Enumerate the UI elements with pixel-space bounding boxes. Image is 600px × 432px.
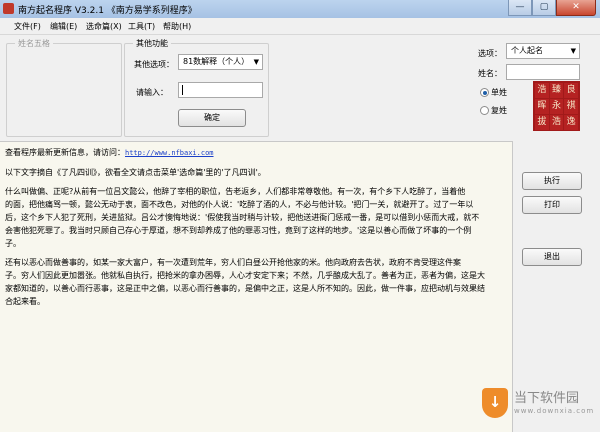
input-label: 请输入： xyxy=(136,88,168,97)
radio-single-label: 单姓 xyxy=(491,88,507,97)
seal-char: 臻 xyxy=(549,83,564,98)
menu-bar: 文件(F) 编辑(E) 选命篇(X) 工具(T) 帮助(H) xyxy=(0,18,600,35)
menu-edit[interactable]: 编辑(E) xyxy=(50,21,77,32)
paragraph-2-line: 子。穷人们因此更加嚣张。他就私自执行，把抢米的拿办困辱，人心才安定下来；不然，几… xyxy=(5,271,485,280)
other-options-select[interactable]: 81数解释（个人） ▼ xyxy=(178,54,263,70)
surname-input[interactable] xyxy=(506,64,580,80)
radio-double-surname[interactable] xyxy=(480,106,489,115)
other-group-title: 其他功能 xyxy=(133,38,171,49)
seal-char: 良 xyxy=(564,83,578,98)
paragraph-1-line: 什么叫做偏、正呢?从前有一位吕文懿公，他辞了宰相的职位，告老返乡，人们都非常尊敬… xyxy=(5,187,466,196)
chevron-down-icon: ▼ xyxy=(570,47,576,55)
watermark-brand-cn: 当下软件园 xyxy=(514,391,580,406)
seal-char: 祺 xyxy=(564,99,578,114)
print-button[interactable]: 打印 xyxy=(522,196,582,214)
chevron-down-icon: ▼ xyxy=(253,58,259,66)
radio-double-label: 复姓 xyxy=(491,106,507,115)
seal-logo: 浩 臻 良 晖 永 祺 拔 浩 逸 xyxy=(533,81,580,131)
paragraph-2-line: 还有以恶心而做善事的，如某一家大富户，有一次遭到荒年，穷人们白昼公开抢他家的米。… xyxy=(5,258,461,267)
paragraph-1-line: 后，这个乡下人犯了死刑，关进监狱。吕公才懊悔地说：'假使我当时稍与计较，把他送进… xyxy=(5,213,480,222)
confirm-button[interactable]: 确定 xyxy=(178,109,246,127)
radio-single-surname[interactable] xyxy=(480,88,489,97)
app-window: 南方起名程序 V3.2.1 《南方易学系列程序》 — ▢ ✕ 文件(F) 编辑(… xyxy=(0,0,600,432)
seal-char: 逸 xyxy=(564,115,578,130)
execute-button[interactable]: 执行 xyxy=(522,172,582,190)
minimize-button[interactable]: — xyxy=(508,0,532,16)
download-logo-icon: ↓ xyxy=(482,388,508,418)
other-options-label: 其他选项： xyxy=(134,60,174,69)
seal-char: 永 xyxy=(549,99,564,114)
website-link[interactable]: http://www.nfbaxi.com xyxy=(125,149,214,157)
app-icon xyxy=(3,3,14,14)
update-prefix: 查看程序最新更新信息，请访问： xyxy=(5,148,125,157)
other-options-value: 81数解释（个人） xyxy=(183,57,250,66)
paragraph-2-line: 家都知道的，以善心而行恶事，这是正中之偏，以恶心而行善事的，是偏中之正，这是人所… xyxy=(5,284,485,293)
names-group: 姓名五格 xyxy=(6,38,122,137)
menu-choose[interactable]: 选命篇(X) xyxy=(86,21,122,32)
seal-char: 拔 xyxy=(535,115,549,130)
menu-tools[interactable]: 工具(T) xyxy=(128,21,155,32)
paragraph-1-line: 子。 xyxy=(5,239,21,248)
names-group-title: 姓名五格 xyxy=(15,38,53,49)
text-caret xyxy=(182,85,183,95)
options-label: 选项： xyxy=(478,49,502,58)
seal-char: 浩 xyxy=(535,83,549,98)
title-bar[interactable]: 南方起名程序 V3.2.1 《南方易学系列程序》 — ▢ ✕ xyxy=(0,0,600,19)
paragraph-2-line: 合起来看。 xyxy=(5,297,45,306)
window-title: 南方起名程序 V3.2.1 《南方易学系列程序》 xyxy=(18,6,197,16)
menu-help[interactable]: 帮助(H) xyxy=(163,21,191,32)
paragraph-1-line: 的面，把他痛骂一顿，懿公无动于衷，面不改色，对他的仆人说：'吃醉了酒的人，不必与… xyxy=(5,200,474,209)
watermark-brand-en: www.downxia.com xyxy=(514,407,595,415)
maximize-button[interactable]: ▢ xyxy=(532,0,556,16)
paragraph-1-line: 会害他犯死罪了。我当时只顾自己存心于厚道，想不到却养成了他的罪恶习性，竟到了这样… xyxy=(5,226,472,235)
update-line: 查看程序最新更新信息，请访问：http://www.nfbaxi.com xyxy=(5,146,507,160)
intro-line: 以下文字摘自《了凡四训》，欲看全文请点击菜单'选命篇'里的'了凡四训'。 xyxy=(5,168,266,177)
close-button[interactable]: ✕ xyxy=(556,0,596,16)
naming-mode-value: 个人起名 xyxy=(511,46,543,55)
exit-button[interactable]: 退出 xyxy=(522,248,582,266)
seal-char: 浩 xyxy=(549,115,564,130)
menu-file[interactable]: 文件(F) xyxy=(14,21,41,32)
naming-mode-select[interactable]: 个人起名 ▼ xyxy=(506,43,580,59)
seal-char: 晖 xyxy=(535,99,549,114)
main-input[interactable] xyxy=(178,82,263,98)
article-text-area[interactable]: 查看程序最新更新信息，请访问：http://www.nfbaxi.com 以下文… xyxy=(0,141,513,432)
surname-label: 姓名： xyxy=(478,69,502,78)
site-watermark: ↓ 当下软件园 www.downxia.com xyxy=(482,388,594,418)
